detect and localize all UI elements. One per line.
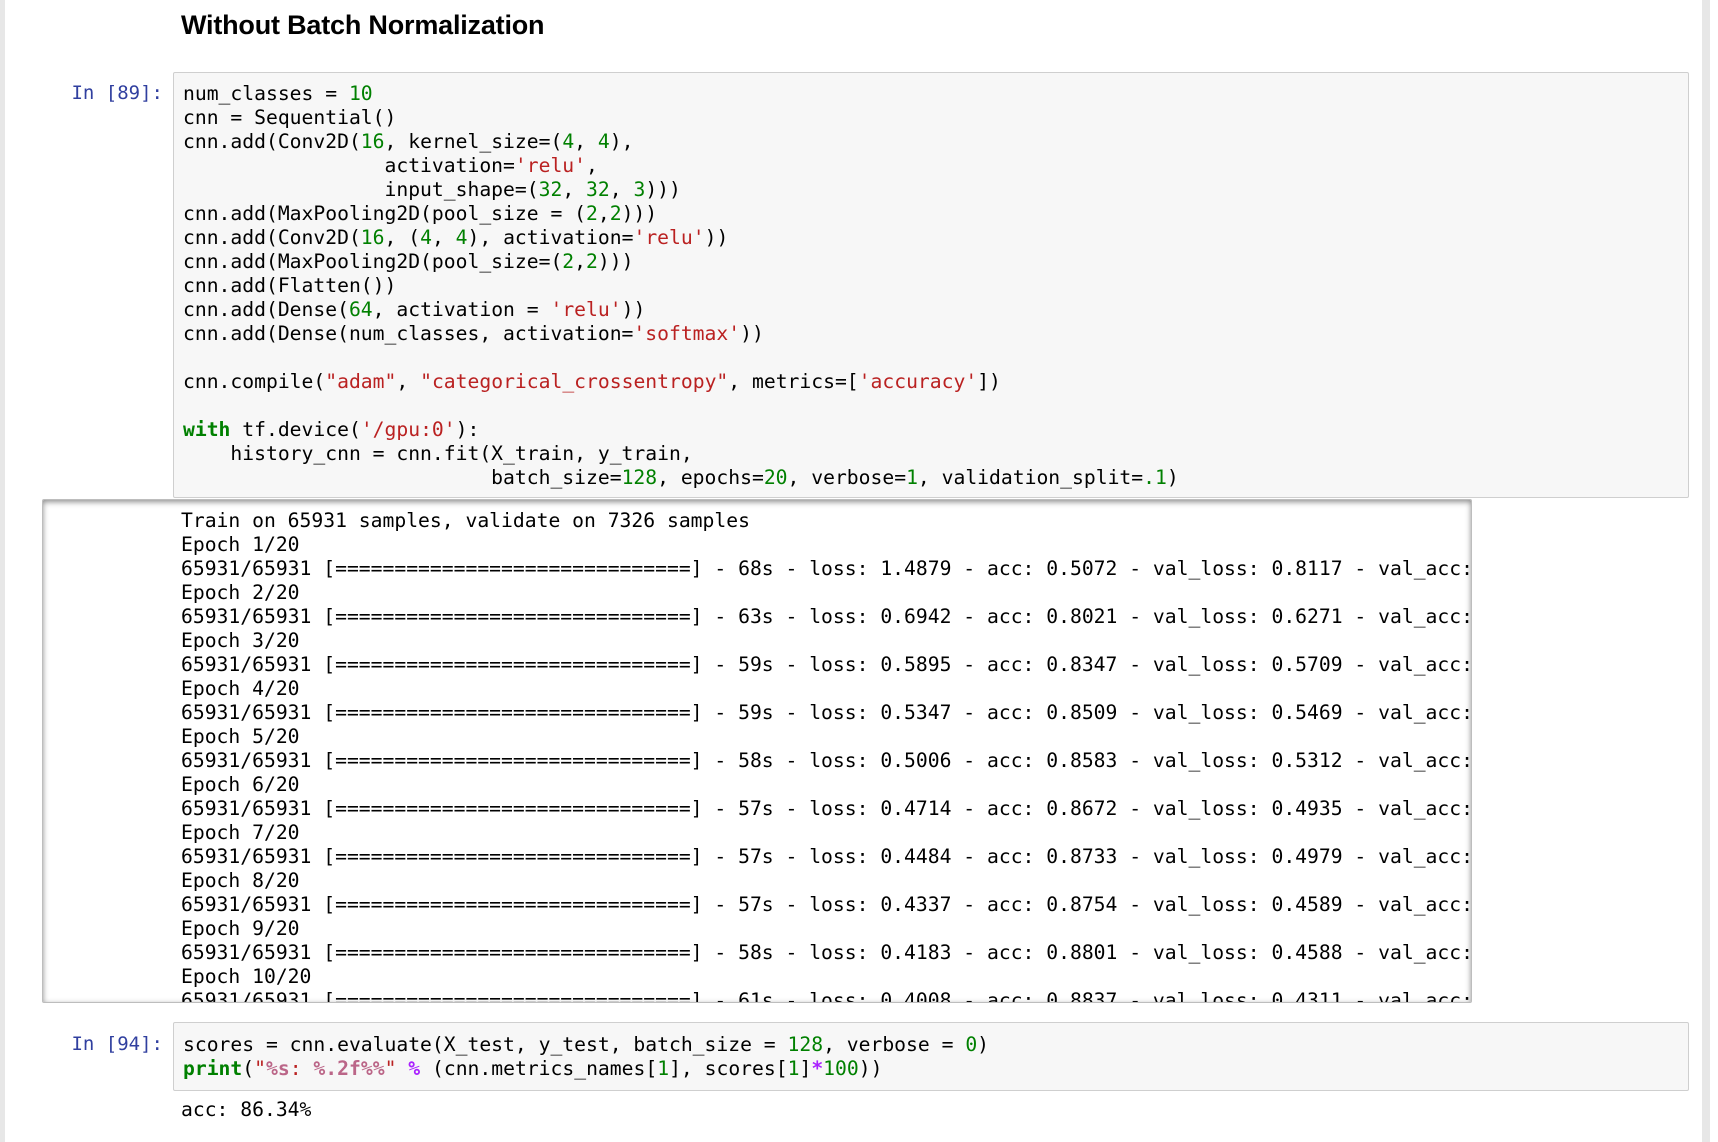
log-line: Epoch 3/20: [181, 629, 300, 652]
code-line: cnn.add(MaxPooling2D(pool_size = (2,2))): [183, 202, 658, 225]
log-line: Train on 65931 samples, validate on 7326…: [181, 509, 750, 532]
log-line: 65931/65931 [===========================…: [181, 557, 1472, 580]
cell-prompt: In [94]:: [71, 1033, 163, 1055]
training-log: Train on 65931 samples, validate on 7326…: [181, 509, 1472, 1003]
cell-prompt: In [89]:: [71, 82, 163, 104]
code-line: cnn.add(Conv2D(16, (4, 4), activation='r…: [183, 226, 729, 249]
log-line: Epoch 10/20: [181, 965, 312, 988]
log-line: 65931/65931 [===========================…: [181, 893, 1472, 916]
log-line: Epoch 5/20: [181, 725, 300, 748]
log-line: 65931/65931 [===========================…: [181, 605, 1472, 628]
code-line: batch_size=128, epochs=20, verbose=1, va…: [183, 466, 1179, 489]
log-line: Epoch 8/20: [181, 869, 300, 892]
code-line: cnn.add(Conv2D(16, kernel_size=(4, 4),: [183, 130, 634, 153]
code-line: input_shape=(32, 32, 3))): [183, 178, 681, 201]
log-line: Epoch 7/20: [181, 821, 300, 844]
code-cell-94[interactable]: scores = cnn.evaluate(X_test, y_test, ba…: [173, 1022, 1689, 1091]
log-line: Epoch 6/20: [181, 773, 300, 796]
log-line: 65931/65931 [===========================…: [181, 941, 1472, 964]
code-line: history_cnn = cnn.fit(X_train, y_train,: [183, 442, 693, 465]
notebook-page: Without Batch Normalization In [89]: num…: [0, 0, 1710, 1142]
code-line: cnn.add(Flatten()): [183, 274, 397, 297]
code-editor[interactable]: scores = cnn.evaluate(X_test, y_test, ba…: [183, 1033, 989, 1081]
log-line: 65931/65931 [===========================…: [181, 797, 1472, 820]
code-line: print("%s: %.2f%%" % (cnn.metrics_names[…: [183, 1057, 883, 1080]
log-line: Epoch 1/20: [181, 533, 300, 556]
log-line: Epoch 2/20: [181, 581, 300, 604]
code-line: with tf.device('/gpu:0'):: [183, 418, 480, 441]
code-line: cnn = Sequential(): [183, 106, 397, 129]
cell-output: acc: 86.34%: [181, 1098, 311, 1122]
code-line: activation='relu',: [183, 154, 598, 177]
log-line: 65931/65931 [===========================…: [181, 989, 1472, 1003]
output-scroll-area[interactable]: Train on 65931 samples, validate on 7326…: [42, 499, 1472, 1003]
log-line: Epoch 4/20: [181, 677, 300, 700]
log-line: 65931/65931 [===========================…: [181, 653, 1472, 676]
log-line: 65931/65931 [===========================…: [181, 749, 1472, 772]
log-line: 65931/65931 [===========================…: [181, 845, 1472, 868]
code-line: scores = cnn.evaluate(X_test, y_test, ba…: [183, 1033, 990, 1056]
code-line: cnn.add(MaxPooling2D(pool_size=(2,2))): [183, 250, 634, 273]
result-line: acc: 86.34%: [181, 1098, 312, 1121]
section-heading: Without Batch Normalization: [181, 10, 545, 40]
log-line: Epoch 9/20: [181, 917, 300, 940]
code-editor[interactable]: num_classes = 10 cnn = Sequential() cnn.…: [183, 82, 1179, 490]
code-line: cnn.compile("adam", "categorical_crossen…: [183, 370, 1001, 393]
code-line: cnn.add(Dense(num_classes, activation='s…: [183, 322, 764, 345]
code-line: cnn.add(Dense(64, activation = 'relu')): [183, 298, 646, 321]
log-line: 65931/65931 [===========================…: [181, 701, 1472, 724]
code-cell-89[interactable]: num_classes = 10 cnn = Sequential() cnn.…: [173, 72, 1689, 498]
code-line: num_classes = 10: [183, 82, 373, 105]
